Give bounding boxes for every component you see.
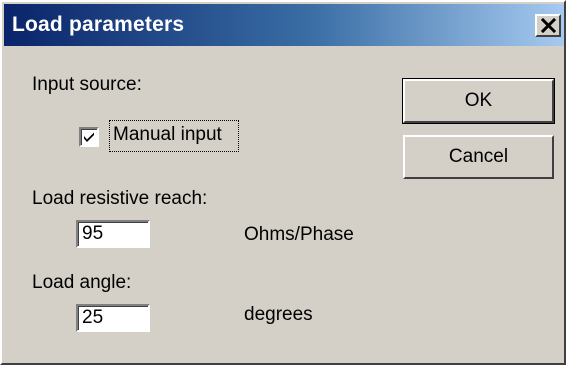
manual-input-checkbox[interactable] bbox=[79, 127, 99, 147]
cancel-button[interactable]: Cancel bbox=[403, 135, 554, 179]
input-source-label: Input source: bbox=[32, 74, 142, 95]
load-angle-input[interactable] bbox=[76, 304, 150, 332]
load-parameters-dialog: Load parameters Input source: Manual inp… bbox=[0, 0, 566, 365]
close-button[interactable] bbox=[535, 14, 561, 37]
load-resistive-reach-label: Load resistive reach: bbox=[32, 188, 208, 209]
load-resistive-reach-unit: Ohms/Phase bbox=[244, 224, 354, 245]
ok-button[interactable]: OK bbox=[402, 78, 555, 124]
close-icon bbox=[541, 18, 557, 34]
load-resistive-reach-input[interactable] bbox=[76, 220, 150, 248]
checkmark-icon bbox=[84, 132, 94, 142]
load-angle-label: Load angle: bbox=[32, 272, 132, 293]
title-bar[interactable]: Load parameters bbox=[4, 4, 564, 46]
manual-input-label[interactable]: Manual input bbox=[113, 124, 222, 146]
load-angle-unit: degrees bbox=[244, 304, 313, 325]
window-title: Load parameters bbox=[12, 13, 185, 36]
